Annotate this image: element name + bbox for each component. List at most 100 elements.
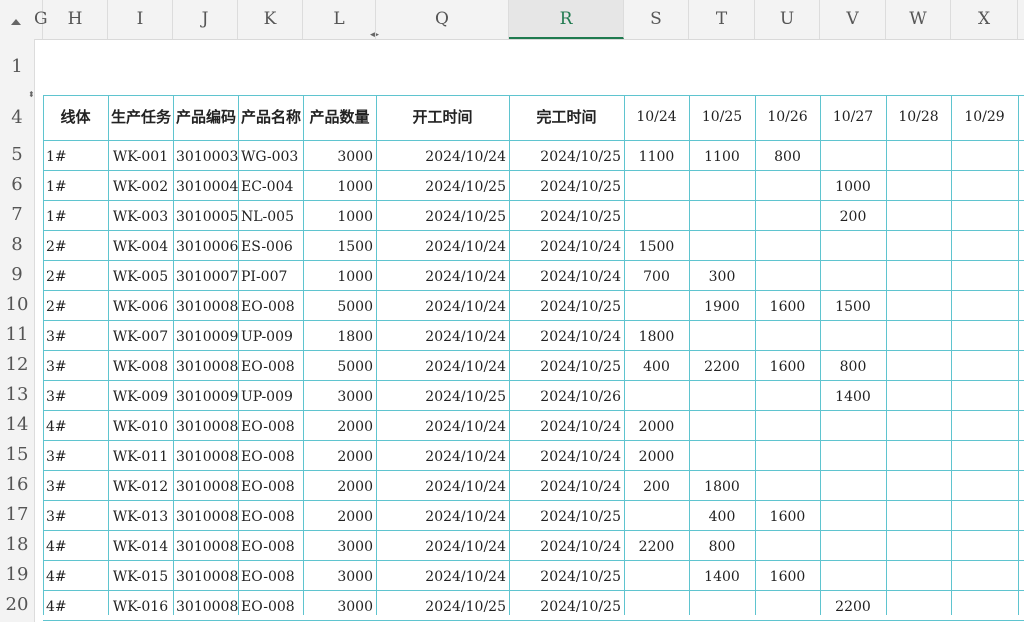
table-cell[interactable]: 2024/10/25 (509, 502, 624, 532)
table-cell[interactable]: 2024/10/24 (376, 472, 509, 502)
column-header-q[interactable]: Q (376, 0, 509, 39)
table-cell[interactable]: 2024/10/24 (376, 292, 509, 322)
table-header-cell[interactable]: 完工时间 (509, 95, 624, 140)
table-cell[interactable]: 1000 (303, 262, 376, 292)
table-cell[interactable]: 2000 (303, 502, 376, 532)
table-cell[interactable]: 2200 (689, 352, 755, 382)
table-cell[interactable]: 3000 (303, 382, 376, 412)
table-cell[interactable]: EO-008 (238, 562, 303, 592)
table-cell[interactable]: 1# (43, 142, 108, 172)
table-cell[interactable]: 2024/10/24 (376, 262, 509, 292)
table-cell[interactable]: 2024/10/24 (376, 532, 509, 562)
column-header-r[interactable]: R (509, 0, 624, 39)
table-cell[interactable]: 400 (689, 502, 755, 532)
table-header-cell[interactable]: 10/26 (755, 95, 820, 140)
table-cell[interactable]: EO-008 (238, 352, 303, 382)
table-cell[interactable]: 2000 (303, 472, 376, 502)
row-header-12[interactable]: 12 (0, 350, 34, 380)
table-cell[interactable]: 1600 (755, 562, 820, 592)
table-cell[interactable]: 1400 (820, 382, 886, 412)
table-cell[interactable]: 4# (43, 412, 108, 442)
table-cell[interactable]: NL-005 (238, 202, 303, 232)
table-cell[interactable]: 800 (755, 142, 820, 172)
table-cell[interactable]: 2# (43, 262, 108, 292)
table-header-cell[interactable]: 10/28 (886, 95, 951, 140)
table-header-cell[interactable]: 产品编码 (173, 95, 238, 140)
table-header-cell[interactable]: 10/25 (689, 95, 755, 140)
table-cell[interactable]: 2024/10/24 (376, 352, 509, 382)
table-cell[interactable]: 2024/10/25 (376, 202, 509, 232)
table-cell[interactable]: 3010005 (173, 202, 238, 232)
column-header-s[interactable]: S (624, 0, 689, 39)
column-header-x[interactable]: X (951, 0, 1018, 39)
table-cell[interactable]: 2# (43, 292, 108, 322)
table-cell[interactable]: 2024/10/25 (376, 382, 509, 412)
table-cell[interactable]: 1000 (303, 202, 376, 232)
column-header-g[interactable]: G (34, 0, 48, 39)
table-cell[interactable]: 3000 (303, 142, 376, 172)
table-cell[interactable]: 2024/10/24 (376, 442, 509, 472)
table-cell[interactable]: 2024/10/25 (509, 292, 624, 322)
table-cell[interactable]: 2024/10/25 (376, 592, 509, 622)
table-cell[interactable]: 4# (43, 532, 108, 562)
table-header-cell[interactable]: 开工时间 (376, 95, 509, 140)
table-cell[interactable]: 1500 (303, 232, 376, 262)
table-cell[interactable]: EO-008 (238, 532, 303, 562)
table-cell[interactable]: 2024/10/24 (509, 262, 624, 292)
table-cell[interactable]: 200 (624, 472, 689, 502)
table-cell[interactable]: EC-004 (238, 172, 303, 202)
table-cell[interactable]: EO-008 (238, 292, 303, 322)
row-header-4[interactable]: 4 (0, 95, 34, 140)
column-header-l[interactable]: L (303, 0, 376, 39)
table-cell[interactable]: 3010008 (173, 292, 238, 322)
table-cell[interactable]: WK-015 (108, 562, 173, 592)
table-cell[interactable]: 5000 (303, 352, 376, 382)
row-header-9[interactable]: 9 (0, 260, 34, 290)
row-header-18[interactable]: 18 (0, 530, 34, 560)
row-header-14[interactable]: 14 (0, 410, 34, 440)
table-cell[interactable]: 400 (624, 352, 689, 382)
table-cell[interactable]: 3# (43, 352, 108, 382)
table-cell[interactable]: 2024/10/24 (509, 412, 624, 442)
row-header-13[interactable]: 13 (0, 380, 34, 410)
row-header-7[interactable]: 7 (0, 200, 34, 230)
table-cell[interactable]: 3010008 (173, 502, 238, 532)
table-cell[interactable]: 2024/10/25 (509, 592, 624, 622)
table-cell[interactable]: 3010009 (173, 322, 238, 352)
table-cell[interactable]: 4# (43, 562, 108, 592)
table-cell[interactable]: 2024/10/24 (376, 142, 509, 172)
row-header-6[interactable]: 6 (0, 170, 34, 200)
table-cell[interactable]: EO-008 (238, 502, 303, 532)
column-header-t[interactable]: T (689, 0, 755, 39)
table-cell[interactable]: 2024/10/24 (509, 232, 624, 262)
row-header-19[interactable]: 19 (0, 560, 34, 590)
table-cell[interactable]: 2024/10/24 (376, 232, 509, 262)
table-cell[interactable]: 1400 (689, 562, 755, 592)
table-cell[interactable]: 1500 (820, 292, 886, 322)
column-header-i[interactable]: I (108, 0, 173, 39)
table-cell[interactable]: 1800 (689, 472, 755, 502)
column-header-u[interactable]: U (755, 0, 820, 39)
table-cell[interactable]: WG-003 (238, 142, 303, 172)
table-cell[interactable]: 3010003 (173, 142, 238, 172)
table-cell[interactable]: 3# (43, 472, 108, 502)
column-header-h[interactable]: H (43, 0, 108, 39)
table-cell[interactable]: 4# (43, 592, 108, 622)
table-cell[interactable]: 1100 (624, 142, 689, 172)
table-cell[interactable]: 2000 (624, 442, 689, 472)
table-header-cell[interactable]: 产品数量 (303, 95, 376, 140)
row-header-16[interactable]: 16 (0, 470, 34, 500)
table-cell[interactable]: WK-001 (108, 142, 173, 172)
table-cell[interactable]: 3010004 (173, 172, 238, 202)
table-cell[interactable]: 3010008 (173, 472, 238, 502)
table-cell[interactable]: 1500 (624, 232, 689, 262)
table-cell[interactable]: 3010009 (173, 382, 238, 412)
table-cell[interactable]: 1600 (755, 352, 820, 382)
table-cell[interactable]: WK-009 (108, 382, 173, 412)
table-cell[interactable]: 2200 (820, 592, 886, 622)
table-cell[interactable]: 200 (820, 202, 886, 232)
table-cell[interactable]: 2000 (624, 412, 689, 442)
table-cell[interactable]: WK-016 (108, 592, 173, 622)
table-cell[interactable]: WK-011 (108, 442, 173, 472)
table-cell[interactable]: UP-009 (238, 382, 303, 412)
